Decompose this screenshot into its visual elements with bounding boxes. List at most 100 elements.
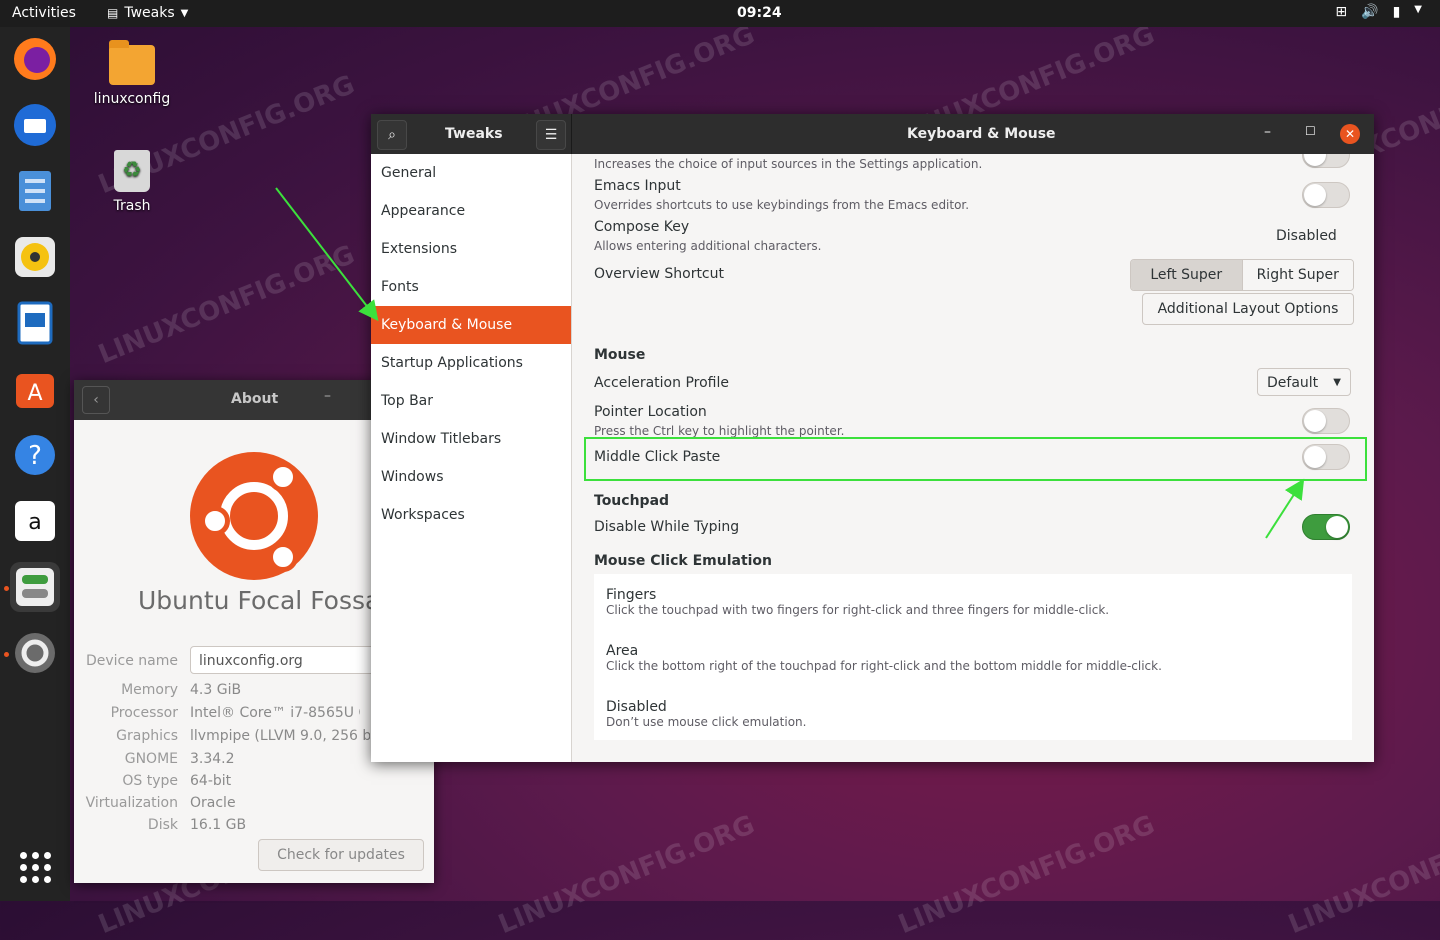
emulation-option-disabled[interactable]: Disabled Don’t use mouse click emulation… (594, 686, 1352, 740)
running-indicator (4, 652, 9, 657)
pointer-location-label: Pointer Location (594, 404, 707, 420)
input-sources-switch[interactable] (1302, 154, 1350, 168)
sidebar-item-fonts[interactable]: Fonts (371, 268, 571, 306)
compose-key-label: Compose Key (594, 219, 690, 235)
memory-value: 4.3 GiB (190, 682, 242, 698)
disable-while-typing-label: Disable While Typing (594, 519, 740, 535)
overview-shortcut-label: Overview Shortcut (594, 266, 724, 282)
right-super-button[interactable]: Right Super (1241, 260, 1353, 290)
pointer-location-desc: Press the Ctrl key to highlight the poin… (594, 424, 845, 438)
emulation-option-fingers[interactable]: Fingers Click the touchpad with two fing… (594, 574, 1352, 630)
processor-value: Intel® Core™ i7-8565U CPU @ (190, 705, 360, 721)
system-status-area[interactable]: ⊞ 🔊 ▮ ▼ (1335, 4, 1422, 20)
rhythmbox-icon[interactable] (10, 232, 60, 282)
minimize-button[interactable]: – (324, 388, 331, 404)
close-button[interactable]: ✕ (1340, 124, 1360, 144)
mouse-click-emulation-list: Fingers Click the touchpad with two fing… (594, 574, 1352, 740)
tweaks-icon[interactable] (10, 562, 60, 612)
close-icon: ✕ (1344, 127, 1356, 141)
chevron-down-icon: ▼ (1333, 377, 1341, 388)
check-updates-button[interactable]: Check for updates (258, 839, 424, 871)
acceleration-profile-label: Acceleration Profile (594, 375, 729, 391)
minimize-button[interactable]: – (1264, 124, 1271, 140)
libreoffice-writer-icon[interactable] (10, 298, 60, 348)
app-menu-label: Tweaks (124, 5, 175, 21)
os-type-value: 64-bit (190, 773, 232, 789)
area-desc: Click the bottom right of the touchpad f… (606, 659, 1162, 673)
amazon-icon[interactable]: a (10, 496, 60, 546)
sidebar-item-appearance[interactable]: Appearance (371, 192, 571, 230)
virtualization-value: Oracle (190, 795, 236, 811)
sidebar-title: Tweaks (445, 126, 503, 142)
mouse-heading: Mouse (594, 347, 646, 363)
dock: A ? a (0, 27, 70, 901)
ubuntu-logo (190, 452, 318, 580)
maximize-button[interactable]: ☐ (1305, 124, 1316, 138)
chevron-down-icon: ▼ (180, 7, 189, 19)
thunderbird-icon[interactable] (10, 100, 60, 150)
files-icon[interactable] (10, 166, 60, 216)
window-title: Keyboard & Mouse (907, 126, 1056, 142)
trash-icon: ♻ (114, 150, 150, 192)
firefox-icon[interactable] (10, 34, 60, 84)
chevron-down-icon: ▼ (1414, 4, 1422, 15)
tweaks-sidebar: General Appearance Extensions Fonts Keyb… (371, 154, 572, 762)
app-menu[interactable]: ▤ Tweaks ▼ (107, 5, 188, 21)
battery-icon: ▮ (1392, 4, 1401, 20)
left-super-button[interactable]: Left Super (1131, 260, 1242, 290)
home-folder[interactable]: linuxconfig (92, 40, 172, 107)
overview-shortcut-selector: Left Super Right Super (1130, 259, 1354, 291)
device-name-field[interactable]: linuxconfig.org (190, 646, 390, 674)
back-button[interactable]: ‹ (82, 386, 110, 414)
arrow-to-keyboard-mouse (275, 187, 379, 322)
compose-key-desc: Allows entering additional characters. (594, 239, 822, 253)
menu-button[interactable]: ☰ (536, 120, 566, 150)
watermark: LINUXCONFIG.ORG (494, 809, 759, 940)
sidebar-item-general[interactable]: General (371, 154, 571, 192)
help-icon[interactable]: ? (10, 430, 60, 480)
svg-text:a: a (28, 510, 41, 535)
running-indicator (4, 586, 9, 591)
sidebar-item-extensions[interactable]: Extensions (371, 230, 571, 268)
network-icon: ⊞ (1335, 4, 1348, 20)
software-center-icon[interactable]: A (10, 364, 60, 414)
settings-icon[interactable] (10, 628, 60, 678)
tweaks-header: ⌕ Tweaks ☰ Keyboard & Mouse – ☐ ✕ (371, 114, 1374, 154)
search-button[interactable]: ⌕ (377, 120, 407, 150)
hamburger-icon: ☰ (544, 127, 558, 143)
input-sources-desc: Increases the choice of input sources in… (594, 157, 983, 171)
trash-label: Trash (113, 198, 151, 214)
disabled-desc: Don’t use mouse click emulation. (606, 715, 807, 729)
highlight-box (584, 437, 1367, 481)
chevron-left-icon: ‹ (93, 392, 99, 408)
emacs-input-label: Emacs Input (594, 178, 681, 194)
sidebar-item-startup-applications[interactable]: Startup Applications (371, 344, 571, 382)
gnome-label: GNOME (124, 751, 178, 767)
area-label: Area (606, 643, 639, 659)
activities-button[interactable]: Activities (12, 5, 76, 21)
device-name-label: Device name (85, 653, 178, 669)
processor-label: Processor (110, 705, 178, 721)
clock[interactable]: 09:24 (737, 5, 782, 21)
graphics-label: Graphics (116, 728, 178, 744)
compose-key-value[interactable]: Disabled (1276, 228, 1337, 244)
disable-while-typing-switch[interactable] (1302, 514, 1350, 540)
emulation-option-area[interactable]: Area Click the bottom right of the touch… (594, 630, 1352, 686)
sidebar-item-keyboard-mouse[interactable]: Keyboard & Mouse (371, 306, 571, 344)
sidebar-item-top-bar[interactable]: Top Bar (371, 382, 571, 420)
sidebar-item-windows[interactable]: Windows (371, 458, 571, 496)
graphics-value: llvmpipe (LLVM 9.0, 256 bits) (190, 728, 370, 744)
acceleration-profile-value: Default (1267, 375, 1319, 391)
sidebar-item-workspaces[interactable]: Workspaces (371, 496, 571, 534)
emacs-input-switch[interactable] (1302, 182, 1350, 208)
disabled-label: Disabled (606, 699, 667, 715)
sidebar-item-window-titlebars[interactable]: Window Titlebars (371, 420, 571, 458)
acceleration-profile-dropdown[interactable]: Default ▼ (1257, 368, 1351, 396)
os-name: Ubuntu Focal Fossa (138, 586, 381, 615)
disk-value: 16.1 GB (190, 817, 247, 833)
pointer-location-switch[interactable] (1302, 408, 1350, 434)
show-applications-icon[interactable] (10, 842, 60, 892)
svg-text:?: ? (28, 441, 42, 471)
trash[interactable]: ♻ Trash (92, 150, 172, 214)
additional-layout-options-button[interactable]: Additional Layout Options (1142, 293, 1354, 325)
